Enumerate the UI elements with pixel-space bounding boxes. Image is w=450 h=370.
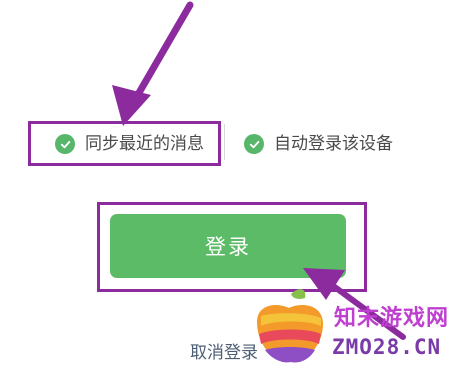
arrow-annotation	[112, 1, 194, 126]
watermark-url: ZMO28.CN	[332, 335, 442, 359]
watermark-site-name: 知末游戏网	[334, 306, 450, 331]
login-confirmation-screen: 同步最近的消息 自动登录该设备 登录 取消登录 知末游戏网 ZMO28.CN	[0, 0, 450, 370]
